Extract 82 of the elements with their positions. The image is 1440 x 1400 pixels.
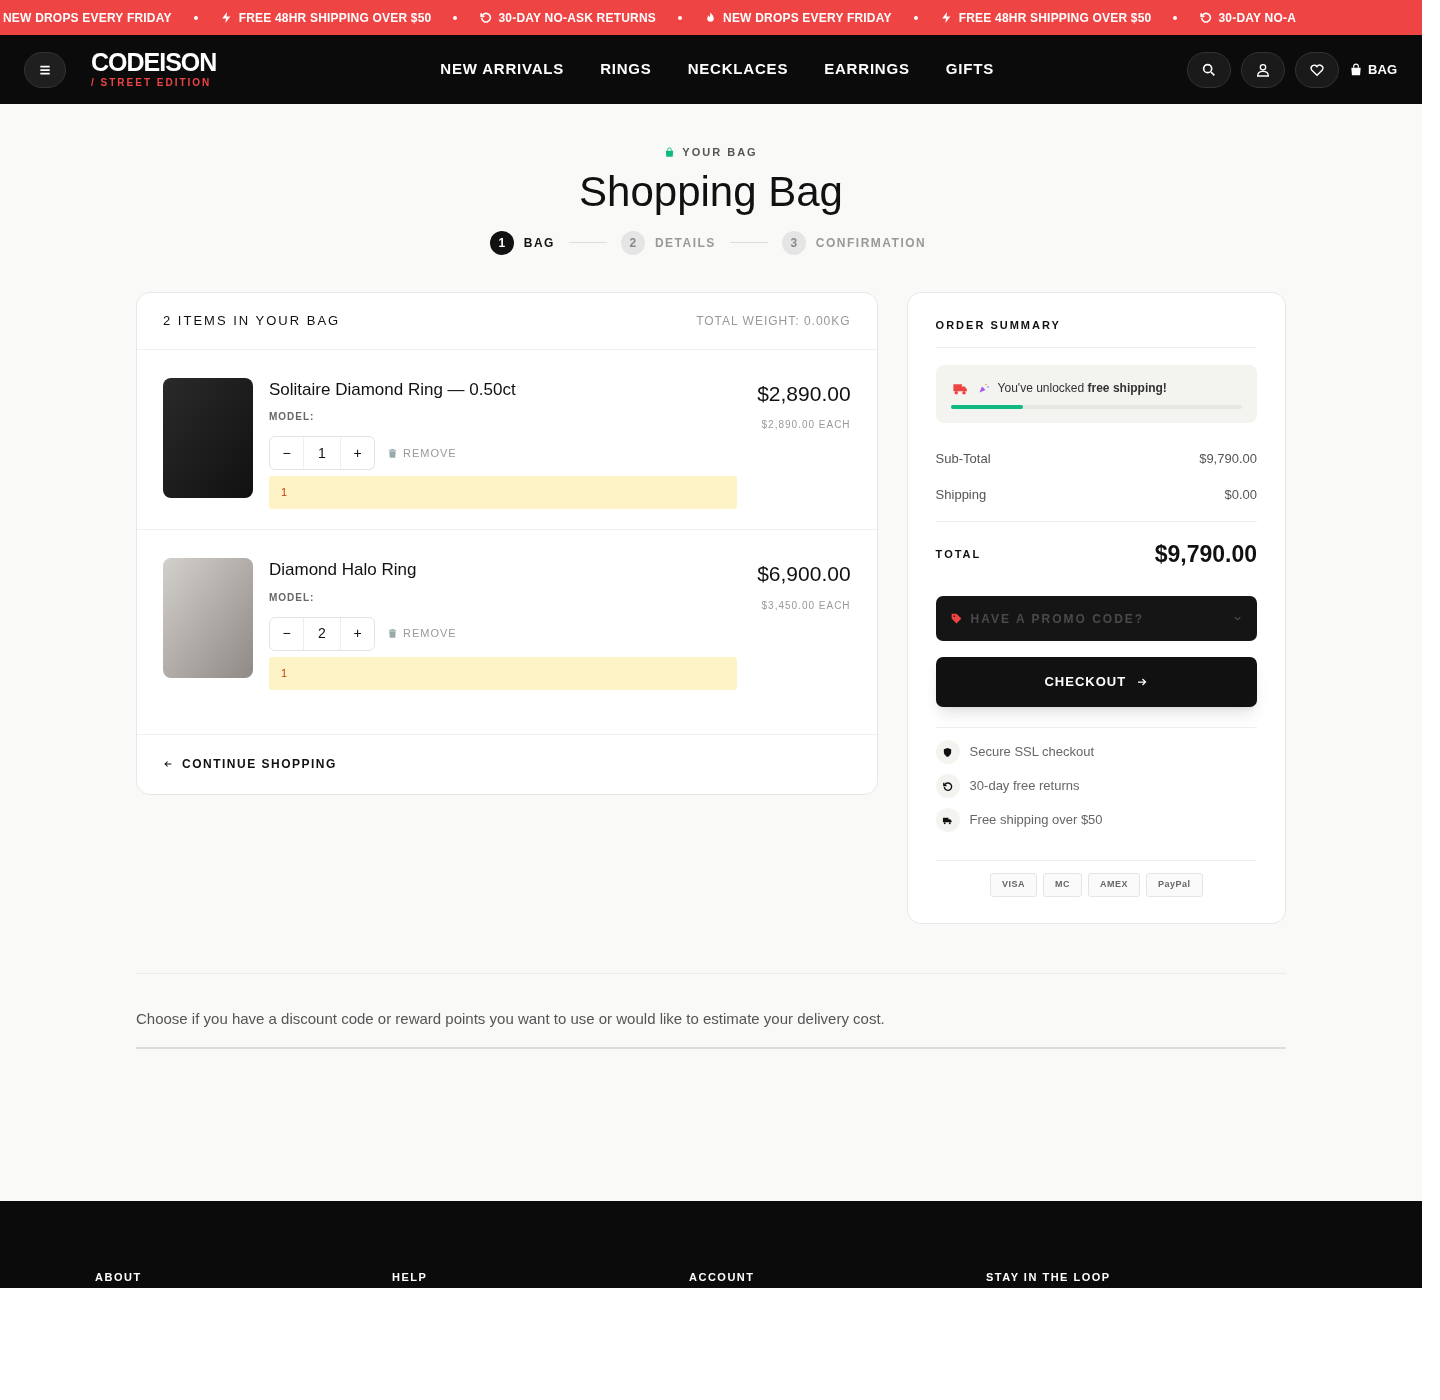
step: 2 DETAILS (620, 230, 716, 255)
ticker-text: 30-DAY NO-A (1218, 9, 1297, 27)
payment-method: AMEX (1088, 873, 1141, 897)
unit-price: $3,450.00 EACH (761, 598, 851, 613)
ticker-text: FREE 48HR SHIPPING OVER $50 (958, 9, 1152, 27)
search-button[interactable] (1187, 51, 1232, 88)
ticker-text: NEW DROPS EVERY FRIDAY (3, 9, 172, 27)
assurance-text: 30-day free returns (969, 777, 1080, 796)
step: 3 CONFIRMATION (781, 230, 927, 255)
step: 1 BAG (489, 230, 555, 255)
tag-icon (949, 612, 963, 625)
increase-button[interactable]: + (341, 437, 374, 469)
payment-method: PayPal (1146, 873, 1203, 897)
item-price: $6,900.00 (757, 561, 851, 587)
lightning-bolt-icon (219, 11, 233, 24)
page-title: Shopping Bag (578, 166, 844, 217)
bag-heading: 2 ITEMS IN YOUR BAG (163, 311, 341, 330)
return-arrow-icon (1199, 11, 1213, 24)
footer-heading: ACCOUNT (689, 1270, 756, 1285)
right-arrow-icon (1136, 676, 1149, 688)
person-icon (1255, 61, 1272, 78)
trash-icon (387, 447, 398, 459)
payment-method: MC (1043, 873, 1083, 897)
heart-icon (1309, 61, 1326, 78)
summary-value: $9,790.00 (1199, 450, 1257, 469)
assurance-text: Secure SSL checkout (969, 743, 1095, 762)
shipping-message: You've unlocked free shipping! (997, 380, 1167, 397)
quantity-field[interactable]: 1 (303, 437, 341, 469)
wishlist-button[interactable] (1295, 51, 1340, 88)
nav-link[interactable]: EARRINGS (824, 58, 910, 81)
search-icon (1201, 61, 1218, 78)
ticker-text: NEW DROPS EVERY FRIDAY (723, 9, 892, 27)
left-arrow-icon (163, 759, 173, 769)
logo-tagline: / STREET EDITION (91, 76, 213, 90)
nav-link[interactable]: NEW ARRIVALS (440, 58, 565, 81)
shopping-bag-icon (1349, 62, 1364, 77)
footer-heading: STAY IN THE LOOP (986, 1270, 1112, 1285)
model-label: MODEL: (269, 410, 316, 424)
nav-link[interactable]: RINGS (600, 58, 652, 81)
product-name[interactable]: Solitaire Diamond Ring — 0.50ct (269, 376, 737, 402)
bag-button[interactable]: BAG (1349, 59, 1397, 80)
menu-button[interactable] (24, 51, 66, 88)
summary-label: Shipping (935, 486, 987, 505)
item-price: $2,890.00 (757, 380, 851, 407)
lightning-bolt-icon (939, 11, 953, 24)
shield-icon (942, 746, 954, 758)
summary-label: Sub-Total (935, 450, 991, 469)
notice-banner: 1 (269, 656, 737, 690)
account-button[interactable] (1241, 51, 1286, 88)
decrease-button[interactable]: − (270, 437, 303, 469)
summary-title: ORDER SUMMARY (935, 316, 1257, 348)
confetti-icon (977, 382, 990, 394)
quantity-stepper[interactable]: − 2 + (269, 616, 375, 651)
summary-value: $0.00 (1224, 486, 1257, 505)
info-text: Choose if you have a discount code or reward points you want to use or would like to estimate your delivery cost. (136, 1008, 1286, 1049)
eyebrow-label: YOUR BAG (682, 145, 758, 160)
payment-method: VISA (990, 873, 1038, 897)
ticker-text: FREE 48HR SHIPPING OVER $50 (238, 9, 432, 27)
decrease-button[interactable]: − (270, 617, 303, 650)
quantity-field[interactable]: 2 (303, 617, 341, 650)
model-label: MODEL: (269, 590, 316, 605)
footer-heading: ABOUT (95, 1270, 143, 1285)
nav-link[interactable]: GIFTS (945, 58, 994, 81)
assurance-text: Free shipping over $50 (969, 811, 1103, 830)
checkout-button[interactable]: CHECKOUT (935, 657, 1257, 707)
total-label: TOTAL (935, 546, 982, 562)
weight-label: TOTAL WEIGHT: 0.00KG (696, 312, 851, 330)
logo[interactable]: CODEISON (91, 49, 217, 75)
unit-price: $2,890.00 EACH (761, 418, 851, 432)
nav-link[interactable]: NECKLACES (687, 58, 789, 81)
footer-heading: HELP (392, 1270, 429, 1285)
shopping-bag-icon (664, 146, 676, 158)
trash-icon (387, 628, 398, 639)
total-value: $9,790.00 (1154, 539, 1257, 569)
continue-shopping-link[interactable]: CONTINUE SHOPPING (163, 755, 337, 773)
increase-button[interactable]: + (341, 617, 374, 650)
return-arrow-icon (479, 11, 493, 24)
quantity-stepper[interactable]: − 1 + (269, 436, 375, 470)
ticker-text: 30-DAY NO-ASK RETURNS (498, 9, 657, 27)
return-arrow-icon (942, 780, 954, 792)
notice-banner: 1 (269, 476, 737, 509)
product-name[interactable]: Diamond Halo Ring (269, 557, 737, 583)
